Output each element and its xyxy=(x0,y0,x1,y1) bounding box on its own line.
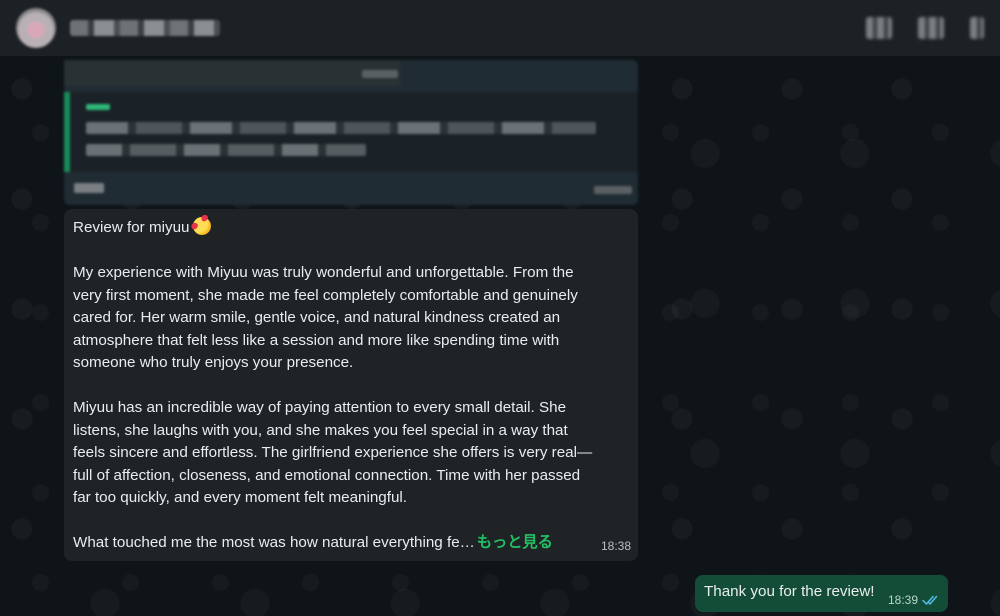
message-title: Review for miyuu xyxy=(73,219,190,236)
quoted-text-line xyxy=(86,144,366,156)
previous-message-time xyxy=(362,70,398,78)
contact-avatar[interactable] xyxy=(16,8,56,48)
read-more-link[interactable]: もっと見る xyxy=(477,534,553,551)
outgoing-message-time: 18:39 xyxy=(887,593,918,607)
message-text-line: far too quickly, and every moment felt m… xyxy=(73,489,408,506)
previous-message-blurred[interactable] xyxy=(64,60,638,205)
message-time: 18:38 xyxy=(600,538,631,553)
contact-name[interactable] xyxy=(70,20,220,36)
quoted-text-line xyxy=(86,122,596,134)
previous-message-text xyxy=(74,183,104,193)
message-last-line: What touched me the most was how natural… xyxy=(73,532,628,555)
read-receipt-icon xyxy=(922,595,938,605)
smiling-face-with-hearts-icon xyxy=(193,217,212,235)
incoming-message[interactable]: Review for miyuu My experience with Miyu… xyxy=(64,209,638,561)
previous-message-stamp xyxy=(594,186,632,194)
video-call-icon[interactable] xyxy=(866,17,892,39)
quoted-author xyxy=(86,104,110,110)
message-text-line: Miyuu has an incredible way of paying at… xyxy=(73,399,567,416)
message-title-line: Review for miyuu xyxy=(73,217,628,240)
message-text-line: atmosphere that felt less like a session… xyxy=(73,331,560,349)
message-truncated-text: What touched me the most was how natural… xyxy=(73,534,475,551)
message-text-line: full of affection, closeness, and emotio… xyxy=(73,466,581,484)
message-text-line: listens, she laughs with you, and she ma… xyxy=(73,421,568,439)
outgoing-message-meta: 18:39 xyxy=(888,593,940,607)
outgoing-message-text: Thank you for the review! xyxy=(704,583,875,600)
header-actions xyxy=(866,17,984,39)
message-text-line: very first moment, she made me feel comp… xyxy=(73,286,578,304)
previous-message-header xyxy=(64,60,400,86)
search-icon[interactable] xyxy=(918,17,944,39)
message-text-line: My experience with Miyuu was truly wonde… xyxy=(73,264,574,281)
menu-icon[interactable] xyxy=(970,17,984,39)
quoted-reply[interactable] xyxy=(64,92,638,172)
message-text-line: cared for. Her warm smile, gentle voice,… xyxy=(73,309,561,326)
message-text-line: feels sincere and effortless. The girlfr… xyxy=(73,444,593,461)
outgoing-message[interactable]: Thank you for the review! 18:39 xyxy=(695,575,948,612)
message-text-line: someone who truly enjoys your presence. xyxy=(73,354,354,371)
chat-header xyxy=(0,0,1000,56)
whatsapp-chat-window: Review for miyuu My experience with Miyu… xyxy=(0,0,1000,616)
